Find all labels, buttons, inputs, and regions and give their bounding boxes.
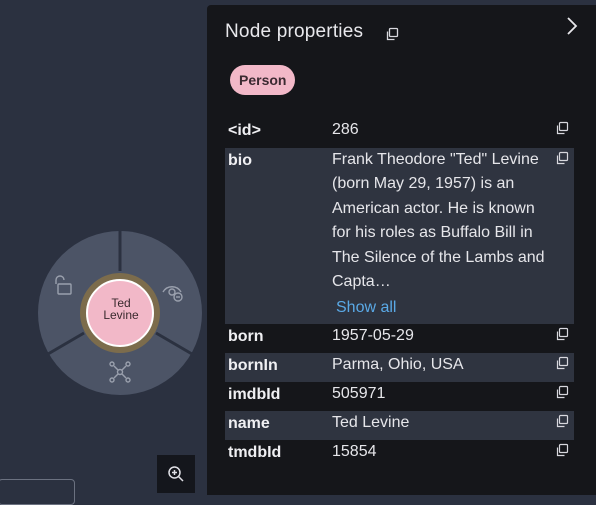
- property-value: 286: [332, 121, 359, 138]
- property-row-bio: bio Frank Theodore "Ted" Levine (born Ma…: [225, 148, 574, 324]
- copy-icon[interactable]: [555, 150, 569, 165]
- zoom-in-button[interactable]: [157, 455, 195, 493]
- property-key: <id>: [228, 122, 261, 139]
- property-key: bio: [228, 152, 252, 169]
- unlock-icon[interactable]: [52, 273, 76, 297]
- property-key: bornIn: [228, 357, 278, 374]
- copy-icon[interactable]: [385, 26, 399, 45]
- property-row-bornin: bornIn Parma, Ohio, USA: [225, 353, 574, 382]
- graph-node[interactable]: Ted Levine: [88, 282, 154, 336]
- property-key: imdbId: [228, 386, 281, 403]
- copy-icon[interactable]: [555, 355, 569, 370]
- property-key: name: [228, 415, 270, 432]
- property-row-imdbid: imdbId 505971: [225, 382, 574, 411]
- property-row-tmdbid: tmdbId 15854: [225, 440, 574, 469]
- property-value: 15854: [332, 443, 377, 460]
- hide-eye-icon[interactable]: [161, 280, 185, 304]
- property-row-born: born 1957-05-29: [225, 324, 574, 353]
- property-value: 1957-05-29: [332, 327, 414, 344]
- copy-icon[interactable]: [555, 326, 569, 341]
- copy-icon[interactable]: [555, 384, 569, 399]
- node-label-line2: Levine: [103, 308, 139, 322]
- property-row-id: <id> 286: [225, 118, 574, 148]
- expand-network-icon[interactable]: [108, 360, 132, 384]
- copy-icon[interactable]: [555, 413, 569, 428]
- copy-icon[interactable]: [555, 120, 569, 135]
- panel-title: Node properties: [225, 21, 364, 42]
- property-key: tmdbId: [228, 444, 282, 461]
- properties-table: <id> 286 bio Frank Theodore "Ted" Levine…: [225, 118, 574, 469]
- canvas-bottom-tab[interactable]: [0, 479, 75, 505]
- collapse-panel-button[interactable]: [565, 15, 579, 41]
- graph-canvas[interactable]: Ted Levine: [0, 0, 207, 505]
- property-value: Frank Theodore "Ted" Levine (born May 29…: [332, 151, 545, 291]
- property-value: Parma, Ohio, USA: [332, 356, 464, 373]
- zoom-in-icon: [168, 466, 184, 482]
- node-properties-panel: Node properties Person <id> 286 bio Fran…: [207, 5, 596, 495]
- property-row-name: name Ted Levine: [225, 411, 574, 440]
- copy-icon[interactable]: [555, 442, 569, 457]
- property-value: Ted Levine: [332, 414, 410, 431]
- chevron-right-icon: [567, 17, 578, 35]
- label-badge-person[interactable]: Person: [230, 65, 296, 95]
- property-key: born: [228, 328, 264, 345]
- property-value: 505971: [332, 385, 386, 402]
- show-all-link[interactable]: Show all: [336, 299, 396, 317]
